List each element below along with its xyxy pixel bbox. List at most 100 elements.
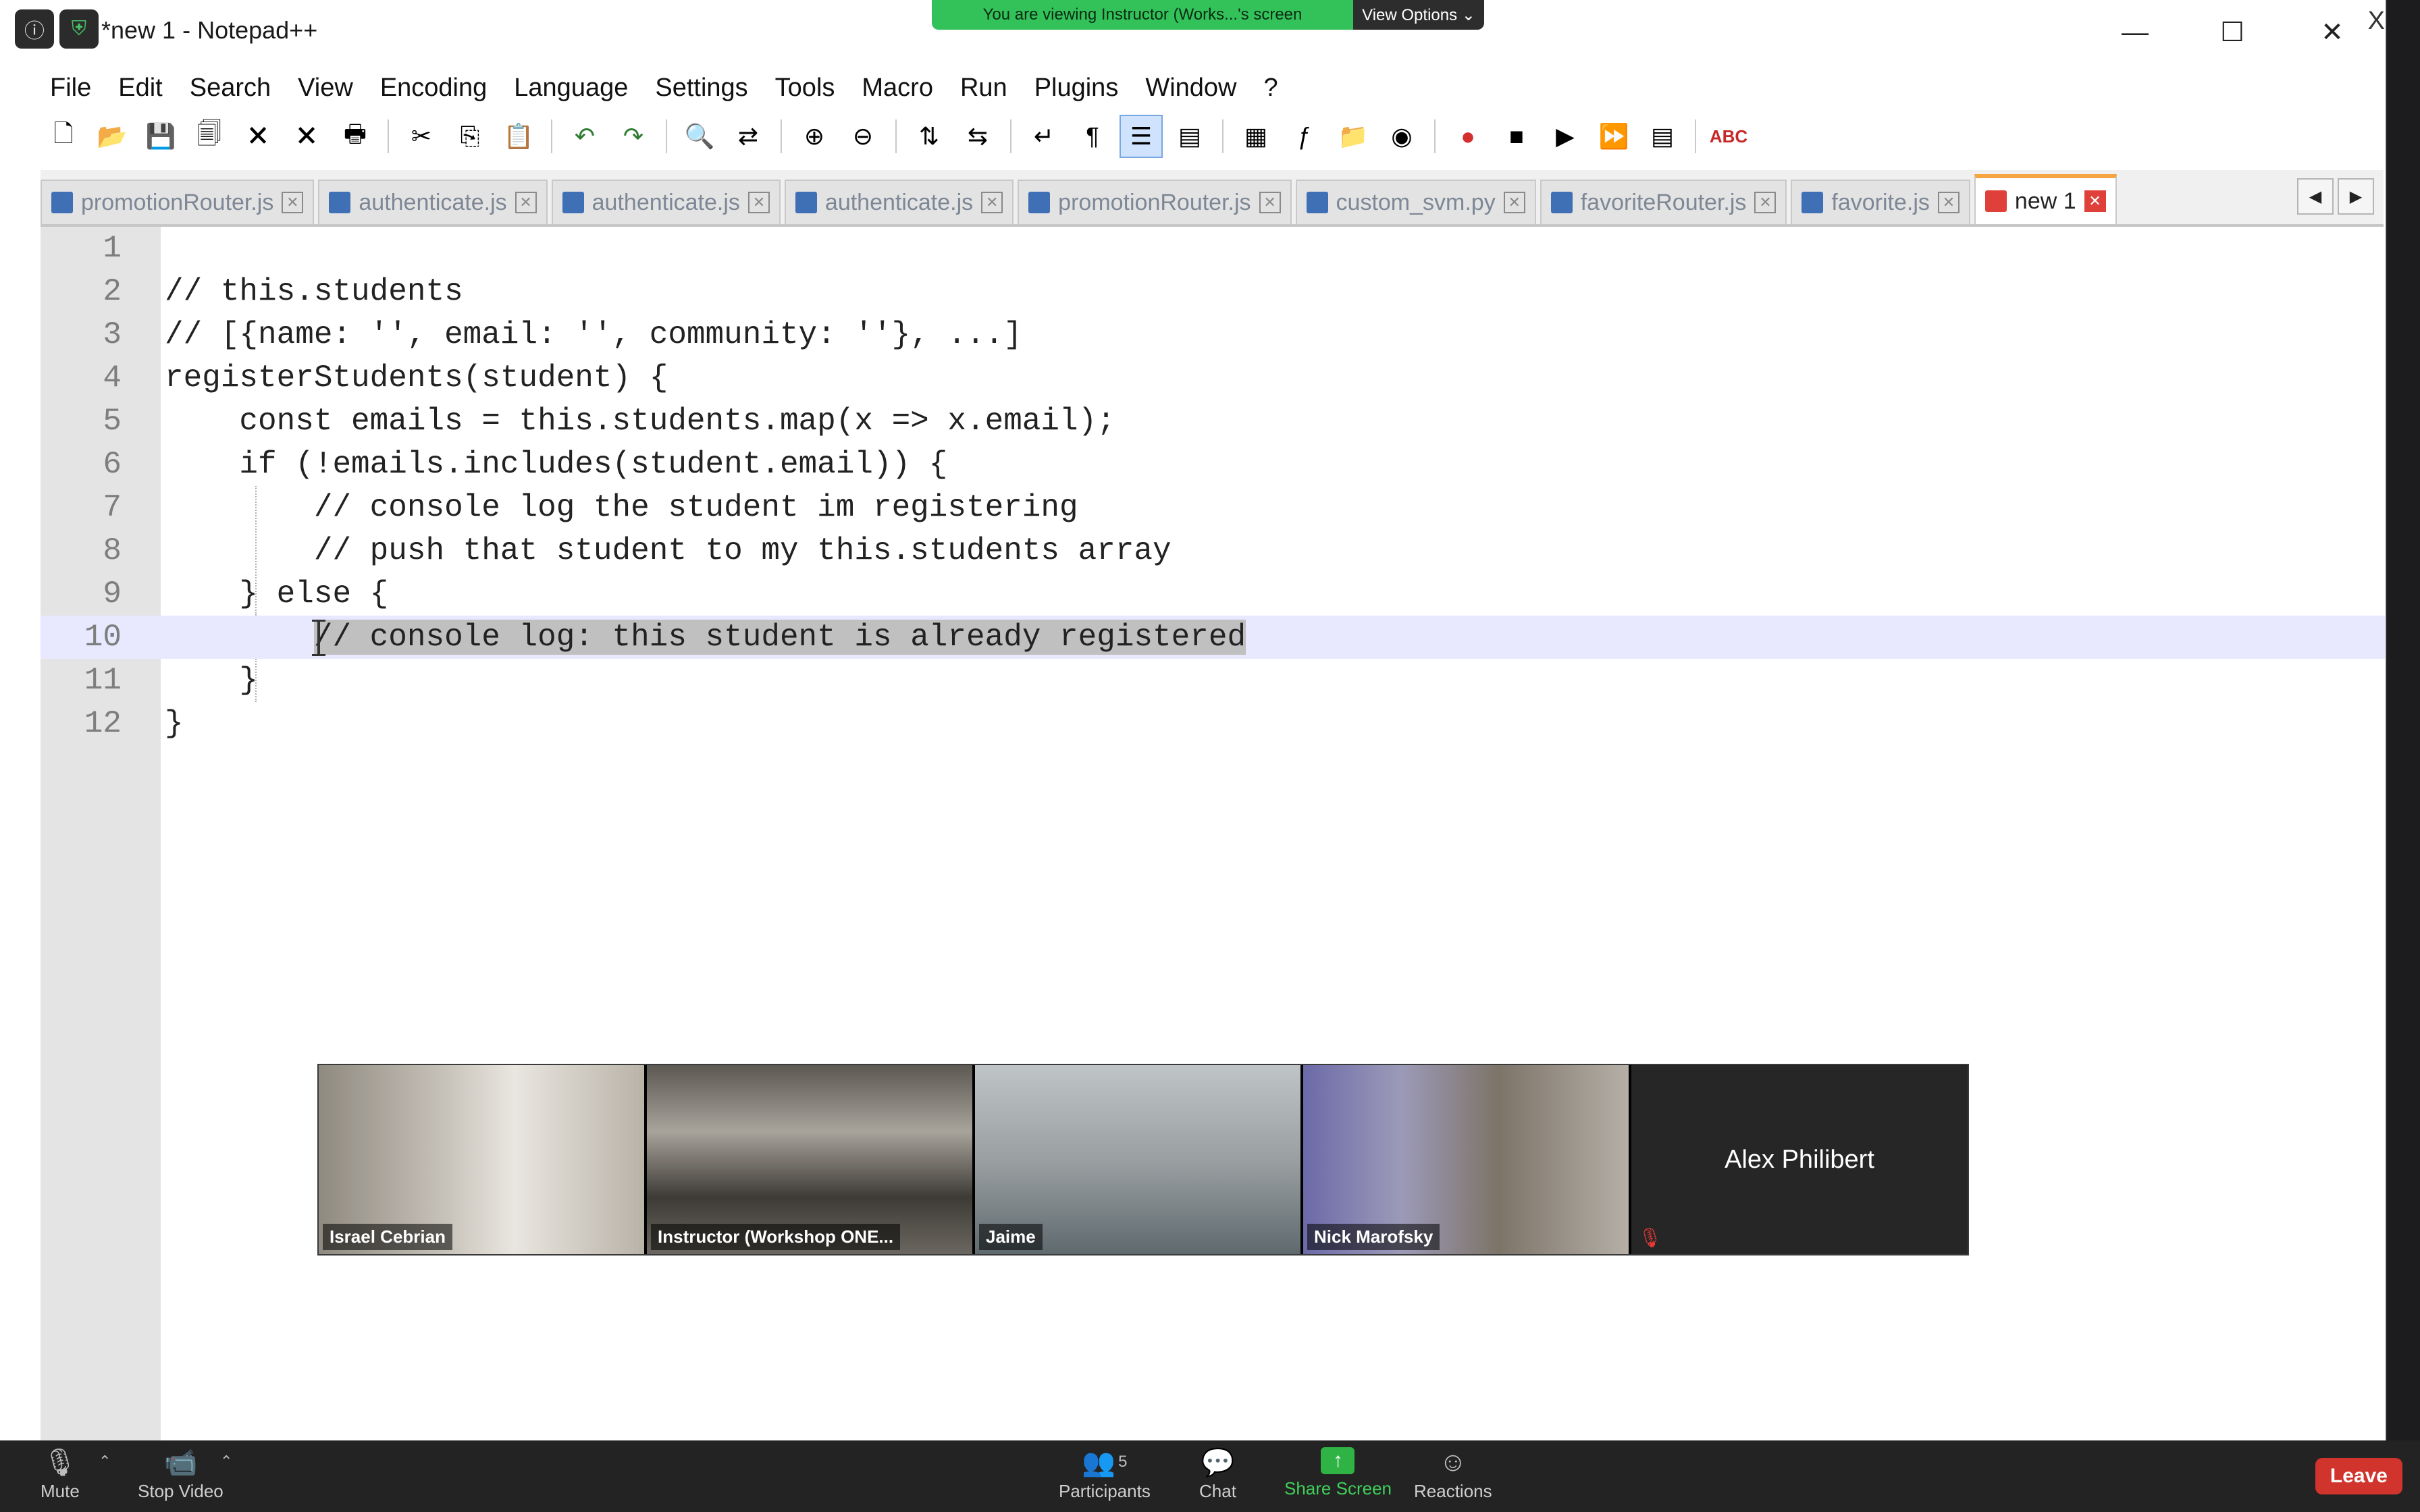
close-tab-icon[interactable]: ✕ (1937, 192, 1959, 213)
menu-run[interactable]: Run (947, 74, 1021, 103)
file-tab[interactable]: authenticate.js ✕ (318, 180, 548, 224)
close-all-icon[interactable]: 🗙 (286, 116, 327, 157)
menu-edit[interactable]: Edit (105, 74, 176, 103)
close-icon[interactable]: 🗙 (238, 116, 278, 157)
file-tab[interactable]: promotionRouter.js ✕ (1018, 180, 1292, 224)
chat-button[interactable]: 💬 Chat (1199, 1447, 1236, 1502)
save-icon[interactable]: 💾 (140, 116, 181, 157)
close-tab-icon[interactable]: ✕ (515, 192, 537, 213)
participants-button[interactable]: 👥 5 Participants (1059, 1447, 1151, 1502)
participant-video-tile[interactable]: Alex Philibert 🎙 (1631, 1065, 1968, 1254)
code-line[interactable]: 10 // console log: this student is alrea… (41, 616, 2385, 659)
code-editor[interactable]: 1 2// this.students 3// [{name: '', email:… (41, 227, 2385, 1442)
cut-icon[interactable]: ✂ (401, 116, 442, 157)
view-options-button[interactable]: View Options ⌄ (1353, 0, 1484, 30)
close-tab-icon[interactable]: ✕ (747, 192, 770, 213)
undo-icon[interactable]: ↶ (564, 116, 605, 157)
menu-tools[interactable]: Tools (762, 74, 849, 103)
share-screen-button[interactable]: ↑ Share Screen (1284, 1447, 1392, 1499)
file-tab[interactable]: favoriteRouter.js ✕ (1540, 180, 1787, 224)
save-all-icon[interactable]: 🗐 (189, 116, 230, 157)
close-button[interactable]: ✕ (2285, 7, 2379, 58)
file-tab[interactable]: authenticate.js ✕ (551, 180, 781, 224)
code-line[interactable]: 4 registerStudents(student) { (41, 356, 2385, 400)
function-list-icon[interactable]: ƒ (1284, 116, 1325, 157)
find-icon[interactable]: 🔍 (679, 116, 720, 157)
folder-workspace-icon[interactable]: 📁 (1333, 116, 1373, 157)
file-tab[interactable]: promotionRouter.js ✕ (41, 180, 315, 224)
new-file-icon[interactable]: 🗋 (43, 116, 84, 157)
zoom-out-icon[interactable]: ⊖ (843, 116, 883, 157)
code-line[interactable]: 7 // console log the student im register… (41, 486, 2385, 529)
participant-video-tile[interactable]: Israel Cebrian (319, 1065, 644, 1254)
sync-vertical-icon[interactable]: ⇅ (909, 116, 949, 157)
menu-settings[interactable]: Settings (641, 74, 761, 103)
replace-icon[interactable]: ⇄ (728, 116, 768, 157)
code-line[interactable]: 11 } (41, 659, 2385, 702)
tab-scroll-right-button[interactable]: ▶ (2338, 178, 2374, 215)
leave-button[interactable]: Leave (2315, 1458, 2402, 1494)
video-options-caret-icon[interactable]: ⌃ (220, 1453, 232, 1470)
open-file-icon[interactable]: 📂 (92, 116, 132, 157)
participant-video-tile[interactable]: Jaime (975, 1065, 1300, 1254)
menu-window[interactable]: Window (1132, 74, 1250, 103)
paste-icon[interactable]: 📋 (498, 116, 539, 157)
code-line[interactable]: 3 // [{name: '', email: '', community: ''… (41, 313, 2385, 356)
zoom-in-icon[interactable]: ⊕ (794, 116, 835, 157)
code-line[interactable]: 6 if (!emails.includes(student.email)) { (41, 443, 2385, 486)
code-line[interactable]: 2 // this.students (41, 270, 2385, 313)
encryption-shield-icon[interactable]: ⛨ (59, 9, 99, 49)
redo-icon[interactable]: ↷ (613, 116, 654, 157)
file-tab[interactable]: favorite.js ✕ (1791, 180, 1970, 224)
doc-map-icon[interactable]: ▦ (1236, 116, 1276, 157)
file-tab[interactable]: custom_svm.py ✕ (1295, 180, 1536, 224)
participant-video-tile[interactable]: Instructor (Workshop ONE... (647, 1065, 972, 1254)
code-line[interactable]: 5 const emails = this.students.map(x => … (41, 400, 2385, 443)
menu-plugins[interactable]: Plugins (1021, 74, 1132, 103)
user-language-icon[interactable]: ▤ (1169, 116, 1210, 157)
menu-help[interactable]: ? (1250, 74, 1291, 103)
indent-guide-icon[interactable]: ☰ (1120, 115, 1163, 158)
copy-icon[interactable]: ⎘ (450, 116, 490, 157)
menu-close-icon[interactable]: X (2368, 7, 2385, 36)
close-tab-icon[interactable]: ✕ (1503, 192, 1525, 213)
mute-button[interactable]: 🎙 Mute (41, 1447, 80, 1502)
stop-macro-icon[interactable]: ■ (1496, 116, 1537, 157)
code-line[interactable]: 8 // push that student to my this.studen… (41, 529, 2385, 572)
menu-encoding[interactable]: Encoding (367, 74, 500, 103)
maximize-button[interactable]: ☐ (2185, 7, 2280, 58)
save-macro-icon[interactable]: ▤ (1642, 116, 1683, 157)
run-multiple-macro-icon[interactable]: ⏩ (1594, 116, 1634, 157)
show-all-chars-icon[interactable]: ¶ (1072, 116, 1113, 157)
spell-check-icon[interactable]: ABC (1708, 116, 1749, 157)
video-camera-icon: 📹 (163, 1447, 198, 1478)
code-line[interactable]: 12} (41, 702, 2385, 745)
menu-search[interactable]: Search (176, 74, 284, 103)
file-tab[interactable]: new 1 ✕ (1974, 174, 2117, 224)
word-wrap-icon[interactable]: ↵ (1024, 116, 1064, 157)
menu-file[interactable]: File (0, 74, 105, 103)
close-tab-icon[interactable]: ✕ (1754, 192, 1777, 213)
file-tab[interactable]: authenticate.js ✕ (784, 180, 1014, 224)
close-tab-icon[interactable]: ✕ (2084, 190, 2106, 212)
menu-language[interactable]: Language (500, 74, 641, 103)
tab-scroll-left-button[interactable]: ◀ (2297, 178, 2334, 215)
participant-video-tile[interactable]: Nick Marofsky (1303, 1065, 1629, 1254)
menu-macro[interactable]: Macro (848, 74, 947, 103)
play-macro-icon[interactable]: ▶ (1545, 116, 1585, 157)
menu-view[interactable]: View (284, 74, 367, 103)
reactions-button[interactable]: ☺ Reactions (1414, 1447, 1492, 1502)
sync-horizontal-icon[interactable]: ⇆ (957, 116, 998, 157)
info-icon[interactable]: ⓘ (15, 9, 54, 49)
close-tab-icon[interactable]: ✕ (1259, 192, 1281, 213)
audio-options-caret-icon[interactable]: ⌃ (99, 1453, 111, 1470)
code-line[interactable]: 9 } else { (41, 572, 2385, 616)
minimize-button[interactable]: — (2088, 7, 2182, 58)
stop-video-button[interactable]: 📹 Stop Video (138, 1447, 223, 1502)
record-macro-icon[interactable]: ● (1448, 116, 1488, 157)
code-line[interactable]: 1 (41, 227, 2385, 270)
print-icon[interactable]: 🖶 (335, 116, 375, 157)
monitoring-icon[interactable]: ◉ (1382, 116, 1422, 157)
close-tab-icon[interactable]: ✕ (282, 192, 304, 213)
close-tab-icon[interactable]: ✕ (981, 192, 1003, 213)
